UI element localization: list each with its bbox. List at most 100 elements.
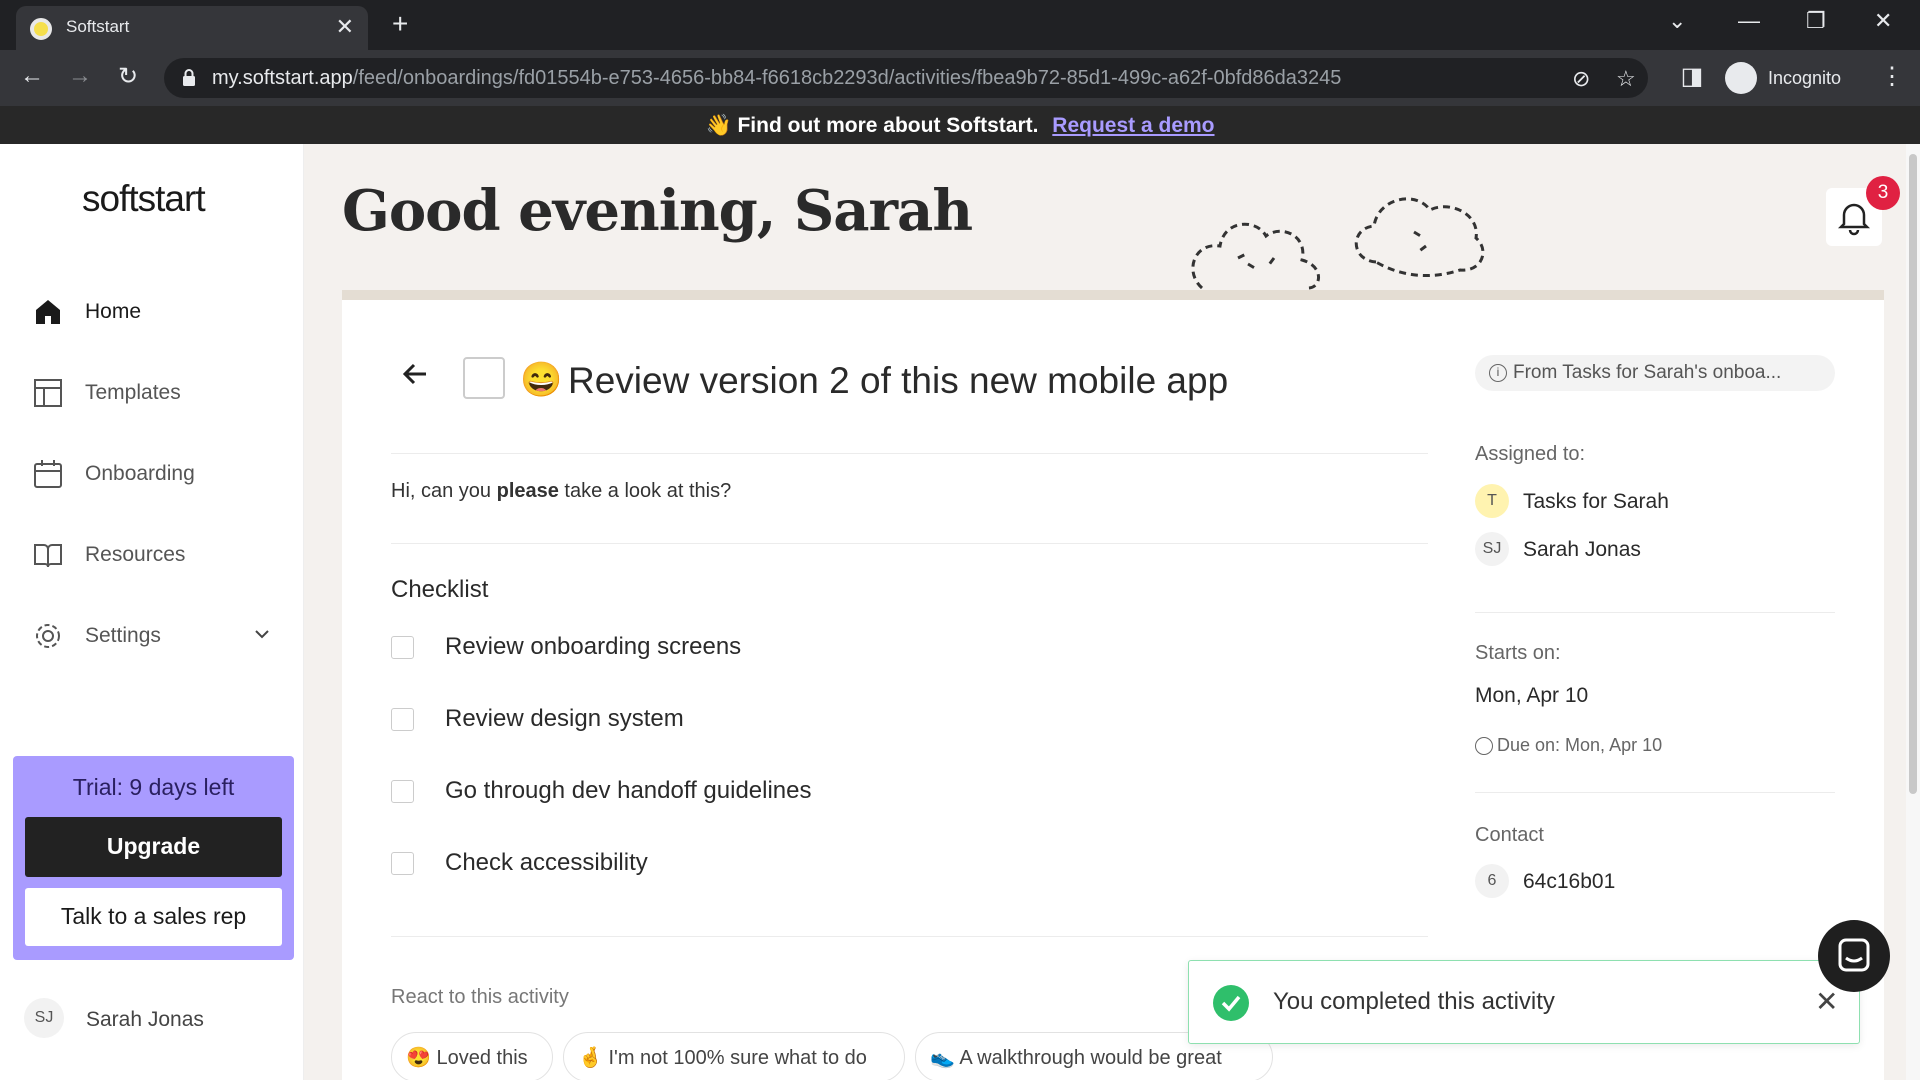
restore-icon[interactable]: ❐	[1806, 8, 1826, 34]
templates-icon	[34, 379, 62, 407]
avatar: 6	[1475, 864, 1509, 898]
reaction-not-sure[interactable]: 🤞 I'm not 100% sure what to do	[563, 1032, 905, 1080]
home-icon	[36, 300, 60, 324]
new-tab-icon[interactable]: +	[392, 8, 408, 40]
fingers-crossed-emoji-icon: 🤞	[578, 1047, 603, 1069]
assignee-name: Tasks for Sarah	[1523, 490, 1669, 513]
grinning-emoji-icon: 😄	[520, 361, 563, 399]
react-label: React to this activity	[391, 986, 569, 1008]
assignee-name: Sarah Jonas	[1523, 538, 1641, 561]
gear-icon	[36, 624, 60, 648]
complete-activity-checkbox[interactable]	[463, 357, 505, 399]
chevron-down-icon[interactable]	[252, 624, 272, 644]
tracking-blocked-icon[interactable]: ⊘	[1572, 66, 1590, 92]
sidebar-item-label: Resources	[85, 543, 186, 566]
chat-icon	[1838, 938, 1870, 972]
checklist-item[interactable]: Go through dev handoff guidelines	[391, 774, 1091, 808]
minimize-icon[interactable]: —	[1738, 8, 1760, 34]
upgrade-button[interactable]: Upgrade	[25, 817, 282, 877]
sidebar-item-label: Home	[85, 300, 142, 323]
back-nav-icon[interactable]: ←	[16, 62, 48, 94]
softstart-favicon-icon	[30, 18, 52, 40]
talk-to-sales-button[interactable]: Talk to a sales rep	[25, 888, 282, 946]
checklist-item-label: Review design system	[445, 705, 684, 732]
sidebar-item-label: Settings	[85, 624, 161, 647]
calendar-icon	[34, 460, 62, 488]
browser-menu-icon[interactable]: ⋮	[1880, 62, 1904, 91]
contact-name: 64c16b01	[1523, 870, 1616, 893]
source-chip[interactable]: i From Tasks for Sarah's onboa...	[1475, 355, 1835, 391]
trial-box: Trial: 9 days left Upgrade Talk to a sal…	[13, 756, 294, 960]
divider	[391, 936, 1428, 937]
toast-message: You completed this activity	[1273, 988, 1555, 1015]
contact-label: Contact	[1475, 824, 1544, 846]
tab-title: Softstart	[66, 17, 130, 36]
browser-toolbar: ← → ↻ my.softstart.app/feed/onboardings/…	[0, 50, 1920, 106]
reaction-label: Loved this	[436, 1047, 528, 1069]
sidebar-item-label: Onboarding	[85, 462, 195, 485]
incognito-label: Incognito	[1768, 68, 1842, 88]
avatar: SJ	[1475, 532, 1509, 566]
activity-description: Hi, can you please take a look at this?	[391, 480, 732, 502]
source-text: From Tasks for Sarah's onboa...	[1513, 362, 1782, 383]
checklist-checkbox[interactable]	[391, 780, 414, 803]
scrollbar-thumb[interactable]	[1909, 154, 1917, 794]
sidebar-item-templates[interactable]: Templates	[32, 371, 272, 415]
checklist-item[interactable]: Review onboarding screens	[391, 630, 1091, 664]
promo-banner: 👋 Find out more about Softstart. Request…	[0, 106, 1920, 144]
checklist-item[interactable]: Check accessibility	[391, 846, 1091, 880]
sidebar-item-onboarding[interactable]: Onboarding	[32, 452, 272, 496]
sidebar-item-label: Templates	[85, 381, 181, 404]
softstart-logo[interactable]: softstart	[82, 178, 206, 220]
sidebar: softstart Home Templates Onboarding Reso…	[0, 144, 304, 1080]
tab-search-icon[interactable]: ⌄	[1668, 8, 1686, 34]
request-demo-link[interactable]: Request a demo	[1052, 114, 1214, 137]
reaction-loved-this[interactable]: 😍 Loved this	[391, 1032, 553, 1080]
bookmark-star-icon[interactable]: ☆	[1616, 66, 1636, 92]
divider	[391, 543, 1428, 544]
divider	[391, 453, 1428, 454]
checklist-checkbox[interactable]	[391, 708, 414, 731]
page-scrollbar[interactable]	[1906, 144, 1920, 1080]
shoe-emoji-icon: 👟	[930, 1047, 955, 1069]
divider	[1475, 612, 1835, 613]
clock-icon	[1475, 737, 1493, 756]
starts-label: Starts on:	[1475, 642, 1561, 664]
lock-icon	[183, 69, 195, 86]
checklist-checkbox[interactable]	[391, 636, 414, 659]
clouds-illustration-icon	[1191, 197, 1485, 290]
checklist-item-label: Go through dev handoff guidelines	[445, 777, 812, 804]
sidebar-item-home[interactable]: Home	[32, 290, 272, 334]
info-icon: i	[1489, 363, 1507, 382]
due-date: Due on: Mon, Apr 10	[1475, 735, 1662, 756]
sidebar-item-resources[interactable]: Resources	[32, 533, 272, 577]
incognito-profile[interactable]: Incognito	[1722, 56, 1870, 100]
side-panel-icon[interactable]: ◨	[1676, 62, 1708, 94]
forward-nav-icon[interactable]: →	[64, 62, 96, 94]
user-name: Sarah Jonas	[86, 1008, 204, 1031]
browser-tab-bar: Softstart ✕ + ⌄ — ❐ ✕	[0, 0, 1920, 50]
back-arrow-icon[interactable]	[400, 358, 432, 390]
page-title: Good evening, Sarah	[342, 178, 973, 244]
checklist-item-label: Review onboarding screens	[445, 633, 742, 660]
wave-emoji-icon: 👋	[705, 114, 732, 137]
chat-launcher-button[interactable]	[1818, 920, 1890, 992]
assigned-label: Assigned to:	[1475, 443, 1586, 465]
avatar: T	[1475, 484, 1509, 518]
browser-tab[interactable]: Softstart ✕	[16, 6, 368, 50]
address-bar[interactable]: my.softstart.app/feed/onboardings/fd0155…	[164, 58, 1648, 98]
checklist-item-label: Check accessibility	[445, 849, 648, 876]
reload-icon[interactable]: ↻	[112, 62, 144, 94]
check-circle-icon	[1213, 985, 1249, 1021]
checklist-checkbox[interactable]	[391, 852, 414, 875]
banner-text: Find out more about Softstart.	[737, 114, 1039, 137]
tab-close-icon[interactable]: ✕	[336, 14, 354, 40]
reaction-label: I'm not 100% sure what to do	[608, 1047, 867, 1069]
checklist-item[interactable]: Review design system	[391, 702, 1091, 736]
checklist-heading: Checklist	[391, 576, 489, 603]
avatar: SJ	[24, 998, 64, 1038]
sidebar-item-settings[interactable]: Settings	[32, 614, 272, 658]
url-text: my.softstart.app/feed/onboardings/fd0155…	[212, 67, 1342, 89]
incognito-icon	[1725, 62, 1757, 94]
window-close-icon[interactable]: ✕	[1874, 8, 1892, 34]
